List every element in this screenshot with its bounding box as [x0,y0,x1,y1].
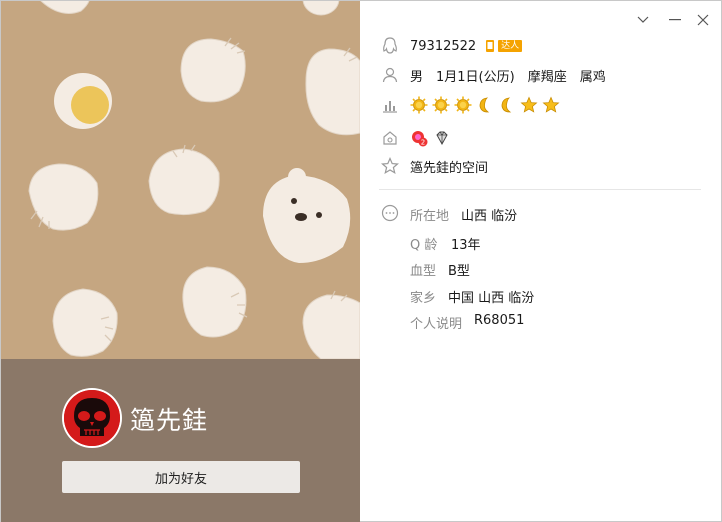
moon-icon [479,97,490,113]
minimize-button[interactable] [666,11,684,29]
avatar[interactable] [62,388,122,448]
star-icon [520,96,538,113]
cover-image [1,1,360,359]
sun-icon [454,96,472,114]
chinese-zodiac: 属鸡 [579,69,606,85]
profile-window: 簻先銈 加为好友 79312522 达人 男 1月1日(公历) 摩羯座 属鸡 2… [0,0,722,522]
location-label: 所在地 [410,209,450,224]
location-value: 山西 临汾 [461,209,518,224]
birthday: 1月1日(公历) [436,69,515,85]
close-button[interactable] [694,11,712,29]
chevron-down-icon [637,16,649,23]
profile-band [1,359,360,522]
basic-info-row: 男 1月1日(公历) 摩羯座 属鸡 [380,64,606,86]
hometown-label: 家乡 [410,291,437,306]
nickname: 簻先銈 [130,406,209,435]
add-friend-button[interactable]: 加为好友 [62,461,300,493]
gender: 男 [410,69,424,85]
medal-home-icon [380,128,400,148]
diamond-icon[interactable] [434,130,450,146]
qq-number-row: 79312522 达人 [380,35,523,57]
skull-avatar-icon [64,390,120,446]
hometown-value: 中国 山西 临汾 [448,291,535,306]
collapse-button[interactable] [634,11,652,29]
star-outline-icon [380,156,400,176]
qq-age-value: 13年 [451,238,481,253]
qq-number: 79312522 [410,38,477,54]
vip-medal-icon[interactable]: 2 [410,129,428,147]
vip-badge[interactable]: 达人 [484,39,523,53]
dumpling-pattern [28,1,360,359]
blood-type-value: B型 [448,264,470,279]
qq-age-label: Q 龄 [410,238,438,253]
blood-type-label: 血型 [410,264,437,279]
more-icon [380,203,400,223]
star-icon [542,96,560,113]
details-row [380,202,400,224]
profile-left-panel: 簻先銈 加为好友 [1,1,360,522]
sun-icon [432,96,450,114]
vip-tag: 达人 [498,40,523,52]
level-row [380,94,560,116]
person-icon [380,65,400,85]
bio-value: R68051 [474,313,525,328]
moon-icon [501,97,512,113]
medals-row: 2 [380,127,448,149]
svg-text:2: 2 [421,139,425,147]
penguin-icon [380,36,400,56]
close-icon [697,14,709,26]
phone-badge-icon [486,40,495,52]
minimize-icon [669,19,681,21]
space-row[interactable]: 簻先銈的空间 [380,155,488,177]
space-link[interactable]: 簻先銈的空间 [410,157,488,176]
sun-icon [410,96,428,114]
level-chart-icon [380,95,400,115]
zodiac: 摩羯座 [527,69,567,85]
divider [379,189,701,190]
bio-label: 个人说明 [410,317,463,332]
level-icons[interactable] [410,96,564,114]
